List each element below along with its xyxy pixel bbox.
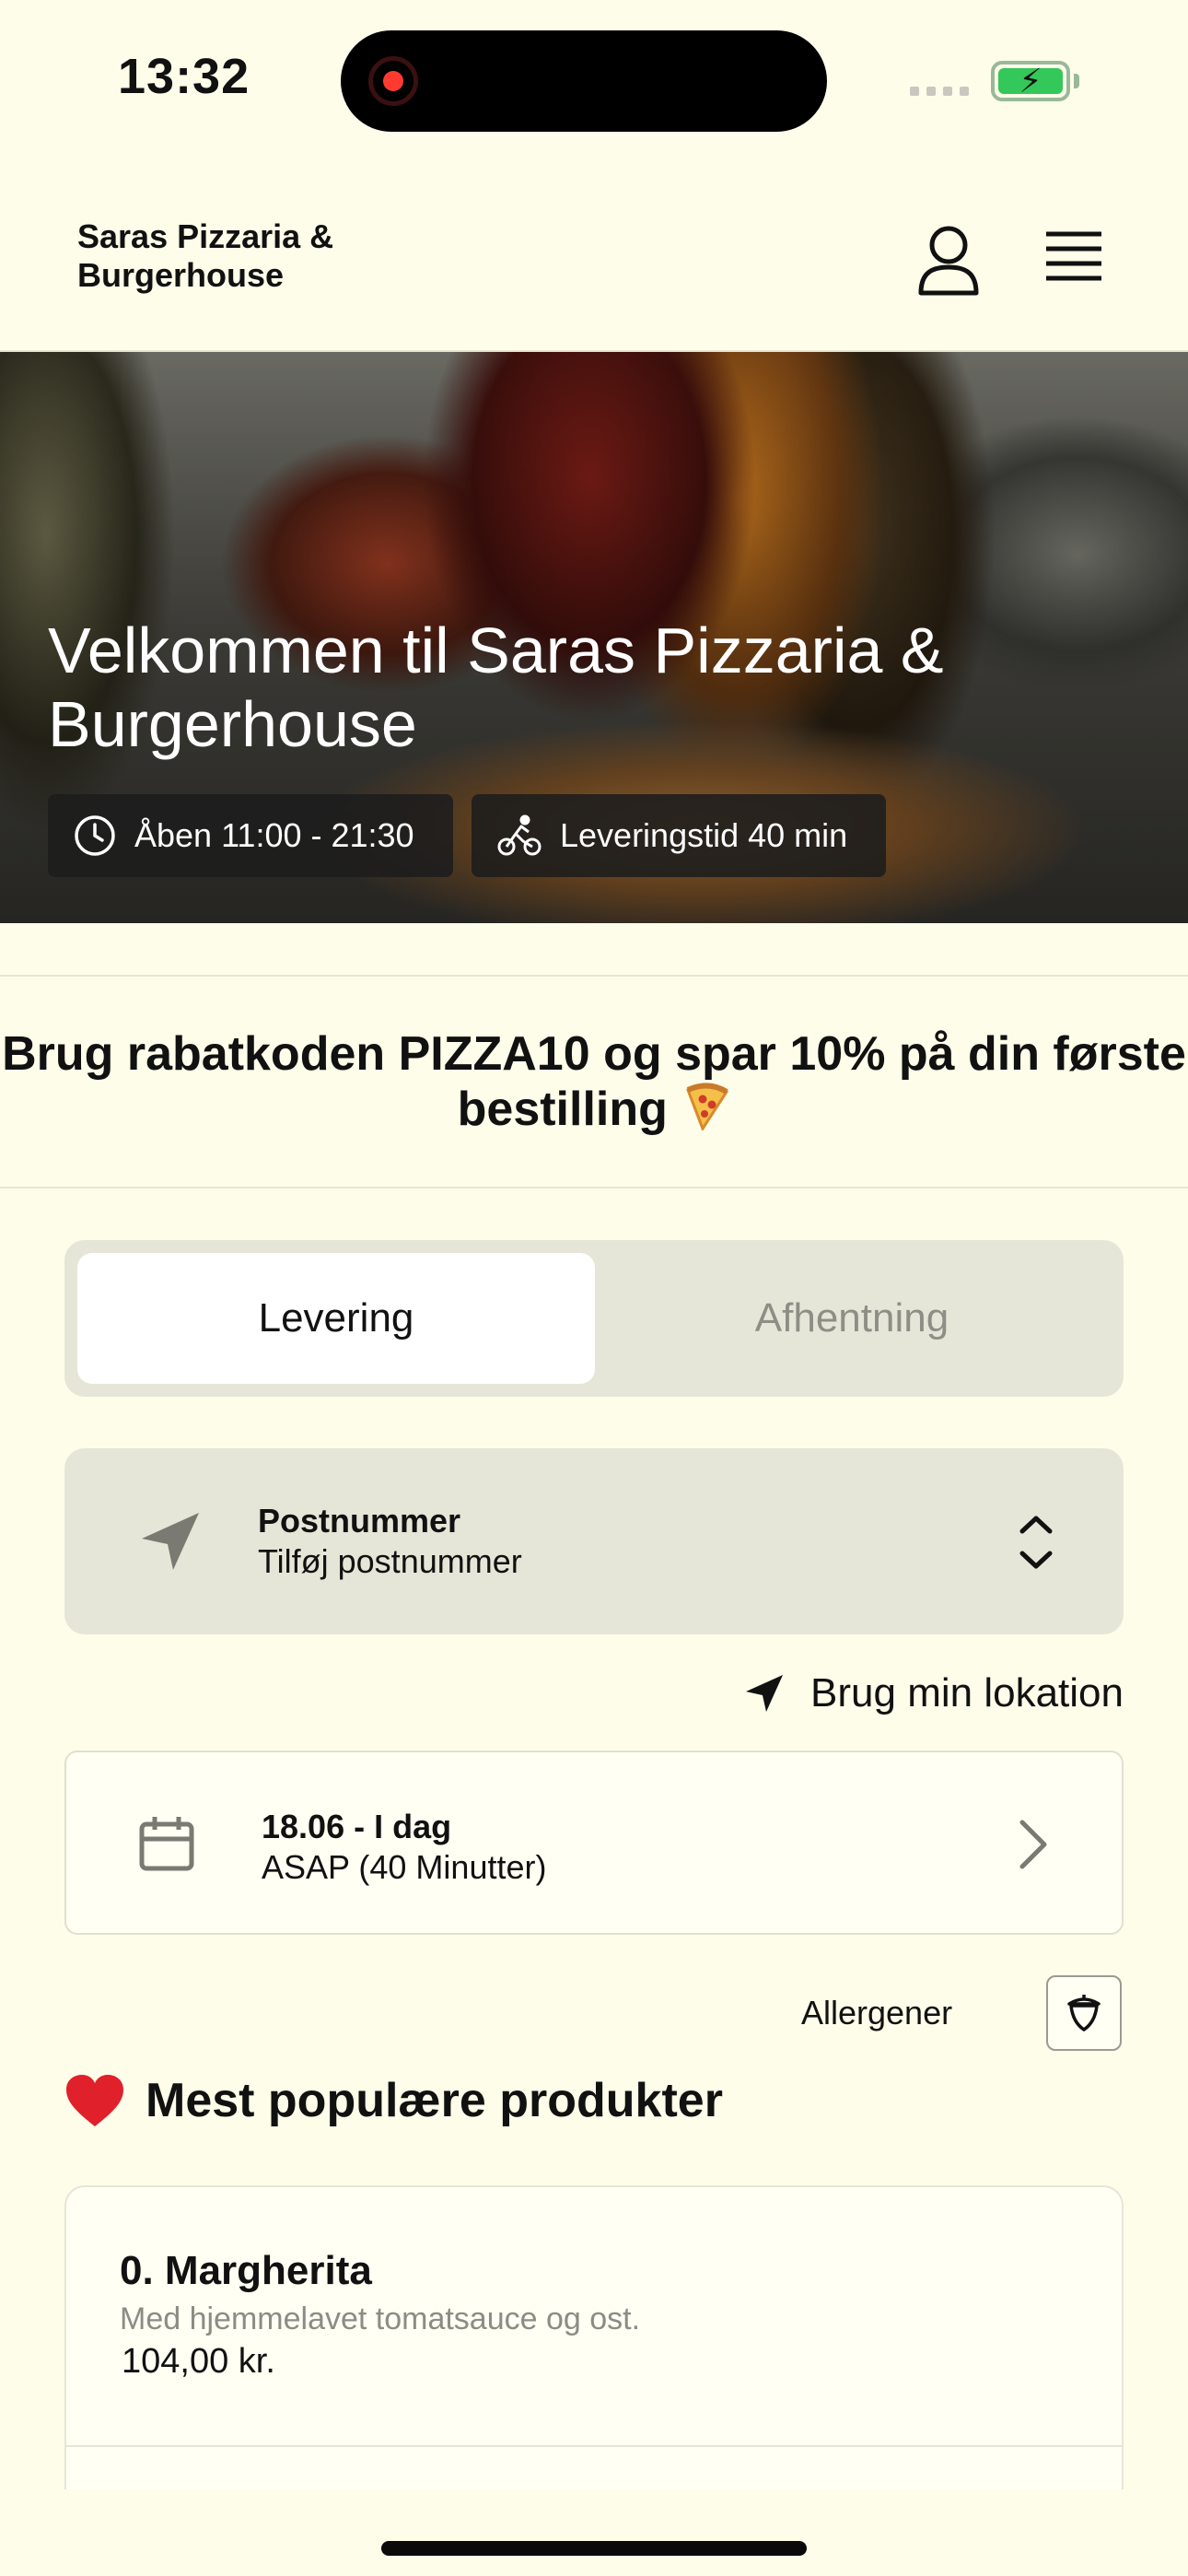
restaurant-name[interactable]: Saras Pizzaria & Burgerhouse — [77, 217, 390, 295]
location-arrow-icon — [746, 1675, 784, 1712]
product-price: 104,00 kr. — [122, 2342, 275, 2381]
clock-icon — [75, 815, 115, 856]
charging-bolt-icon: ⚡ — [1019, 62, 1042, 100]
postcode-selector[interactable]: Postnummer Tilføj postnummer — [64, 1448, 1124, 1634]
allergens-filter-button[interactable] — [1046, 1975, 1122, 2051]
allergens-label: Allergener — [801, 1994, 953, 2032]
promo-banner: Brug rabatkoden PIZZA10 og spar 10% på d… — [0, 975, 1188, 1188]
tab-afhentning[interactable]: Afhentning — [593, 1253, 1111, 1384]
dynamic-island — [341, 30, 827, 132]
chevron-right-icon — [1019, 1820, 1047, 1869]
delivery-time: ASAP (40 Minutter) — [262, 1848, 547, 1886]
promo-text: Brug rabatkoden PIZZA10 og spar 10% på d… — [2, 1027, 1186, 1136]
screen-recording-icon — [368, 56, 418, 106]
chevron-up-down-icon — [1019, 1516, 1053, 1569]
use-my-location-label: Brug min lokation — [810, 1670, 1124, 1715]
delivery-time-text: Leveringstid 40 min — [560, 816, 848, 854]
postcode-label: Postnummer — [258, 1502, 461, 1540]
delivery-date: 18.06 - I dag — [262, 1808, 452, 1845]
product-card[interactable]: 0. Margherita Med hjemmelavet tomatsauce… — [64, 2185, 1124, 2489]
cellular-signal-icon — [910, 87, 969, 96]
user-icon[interactable] — [917, 225, 980, 297]
postcode-value: Tilføj postnummer — [258, 1542, 522, 1580]
hamburger-menu-icon[interactable] — [1044, 230, 1103, 282]
heart-icon — [66, 2075, 123, 2126]
hero-banner: Velkommen til Saras Pizzaria & Burgerhou… — [0, 352, 1188, 923]
location-arrow-icon — [142, 1513, 199, 1570]
app-header: Saras Pizzaria & Burgerhouse — [0, 166, 1188, 352]
opening-hours-badge: Åben 11:00 - 21:30 — [48, 794, 453, 877]
hero-title: Velkommen til Saras Pizzaria & Burgerhou… — [48, 615, 944, 760]
acorn-icon — [1067, 1995, 1101, 2032]
delivery-time-badge: Leveringstid 40 min — [472, 794, 886, 877]
product-name: 0. Margherita — [120, 2248, 372, 2293]
status-bar: 13:32 ⚡ — [0, 0, 1188, 166]
battery-icon: ⚡ — [991, 61, 1070, 101]
calendar-icon — [139, 1817, 194, 1871]
pizza-emoji-icon — [686, 1083, 729, 1130]
cyclist-icon — [497, 814, 542, 856]
opening-hours-text: Åben 11:00 - 21:30 — [134, 816, 414, 854]
delivery-time-selector[interactable]: 18.06 - I dag ASAP (40 Minutter) — [64, 1751, 1124, 1935]
status-time: 13:32 — [118, 49, 250, 104]
product-description: Med hjemmelavet tomatsauce og ost. — [120, 2301, 641, 2336]
popular-products-title: Mest populære produkter — [146, 2074, 723, 2127]
popular-products-heading: Mest populære produkter — [64, 2073, 723, 2128]
use-my-location-button[interactable]: Brug min lokation — [718, 1664, 1124, 1723]
order-type-toggle: Levering Afhentning — [64, 1240, 1124, 1397]
tab-levering[interactable]: Levering — [77, 1253, 595, 1384]
home-indicator[interactable] — [381, 2541, 807, 2556]
